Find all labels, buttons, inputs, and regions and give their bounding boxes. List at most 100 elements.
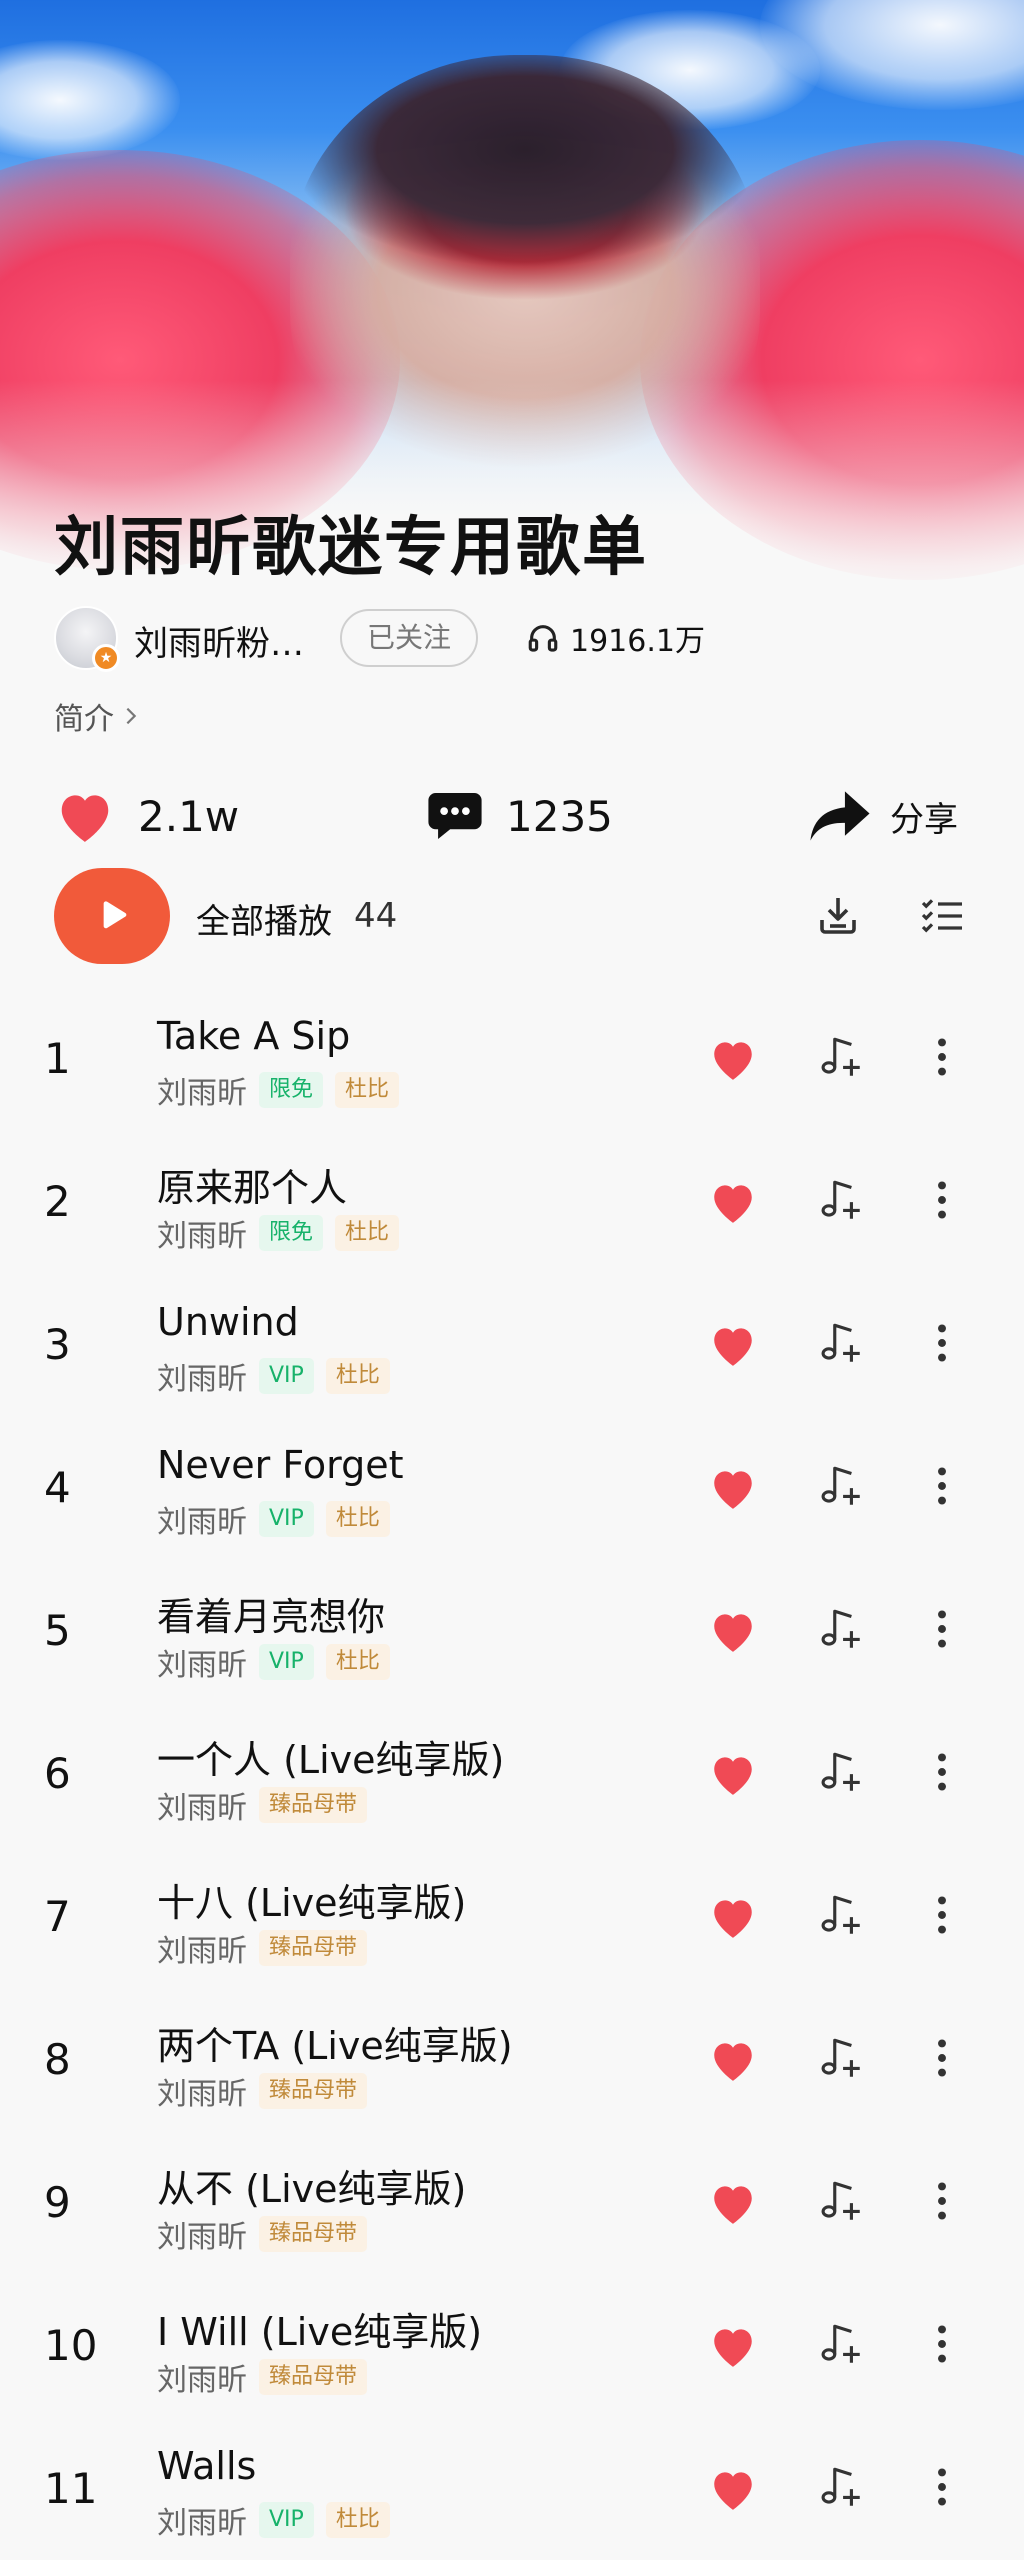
song-title: 两个TA (Live纯享版)	[157, 2024, 513, 2068]
more-options-icon[interactable]	[922, 1461, 962, 1511]
action-bar: 2.1w 1235 分享	[0, 776, 1024, 856]
song-meta: 刘雨昕 VIP 杜比	[157, 1642, 390, 1683]
comments-button[interactable]: 1235	[426, 776, 613, 856]
song-row[interactable]: 1 Take A Sip 刘雨昕 限免 杜比	[0, 1000, 1024, 1143]
song-row[interactable]: 6 一个人 (Live纯享版) 刘雨昕 臻品母带	[0, 1715, 1024, 1858]
song-row[interactable]: 9 从不 (Live纯享版) 刘雨昕 臻品母带	[0, 2144, 1024, 2287]
more-options-icon[interactable]	[922, 2033, 962, 2083]
song-artist: 刘雨昕	[157, 2363, 247, 2398]
add-to-playlist-icon[interactable]	[816, 2033, 866, 2083]
liked-heart-icon[interactable]	[708, 1320, 758, 1370]
song-row[interactable]: 4 Never Forget 刘雨昕 VIP 杜比	[0, 1429, 1024, 1572]
song-row[interactable]: 5 看着月亮想你 刘雨昕 VIP 杜比	[0, 1572, 1024, 1715]
play-count: 1916.1万	[526, 618, 705, 659]
song-quality-tag: VIP	[259, 1644, 314, 1680]
song-title: 从不 (Live纯享版)	[157, 2167, 467, 2211]
liked-heart-icon[interactable]	[708, 1034, 758, 1084]
song-title: 原来那个人	[157, 1166, 348, 1210]
share-arrow-icon	[810, 791, 870, 841]
song-quality-tag: 杜比	[335, 1072, 400, 1108]
song-row[interactable]: 11 Walls 刘雨昕 VIP 杜比	[0, 2430, 1024, 2560]
share-label: 分享	[890, 799, 958, 840]
song-artist: 刘雨昕	[157, 2220, 247, 2255]
song-artist: 刘雨昕	[157, 1934, 247, 1969]
more-options-icon[interactable]	[922, 1032, 962, 1082]
song-artist: 刘雨昕	[157, 1791, 247, 1826]
add-to-playlist-icon[interactable]	[816, 2462, 866, 2512]
download-icon[interactable]	[814, 892, 862, 940]
song-artist: 刘雨昕	[157, 2506, 247, 2541]
add-to-playlist-icon[interactable]	[816, 1747, 866, 1797]
comment-count: 1235	[506, 791, 613, 841]
play-count-value: 1916.1万	[570, 624, 705, 659]
song-row[interactable]: 10 I Will (Live纯享版) 刘雨昕 臻品母带	[0, 2287, 1024, 2430]
play-all-label[interactable]: 全部播放	[196, 894, 332, 943]
liked-heart-icon[interactable]	[708, 1892, 758, 1942]
liked-heart-icon[interactable]	[708, 2035, 758, 2085]
song-quality-tag: 杜比	[325, 1644, 390, 1680]
more-options-icon[interactable]	[922, 1890, 962, 1940]
comment-icon	[428, 793, 482, 839]
liked-heart-icon[interactable]	[708, 1749, 758, 1799]
more-options-icon[interactable]	[922, 2176, 962, 2226]
song-quality-tag: 杜比	[335, 1215, 400, 1251]
add-to-playlist-icon[interactable]	[816, 2319, 866, 2369]
song-meta: 刘雨昕 臻品母带	[157, 2214, 368, 2255]
more-options-icon[interactable]	[922, 2319, 962, 2369]
like-playlist-button[interactable]: 2.1w	[54, 776, 239, 856]
more-options-icon[interactable]	[922, 1175, 962, 1225]
more-options-icon[interactable]	[922, 1604, 962, 1654]
creator-name[interactable]: 刘雨昕粉丝团	[134, 616, 324, 665]
liked-heart-icon[interactable]	[708, 2321, 758, 2371]
song-meta: 刘雨昕 臻品母带	[157, 2357, 368, 2398]
song-index: 8	[44, 2035, 71, 2084]
song-index: 2	[44, 1177, 71, 1226]
creator-row: ★ 刘雨昕粉丝团 已关注 1916.1万	[54, 606, 994, 672]
liked-heart-icon[interactable]	[708, 2178, 758, 2228]
intro-link[interactable]: 简介	[54, 694, 142, 738]
add-to-playlist-icon[interactable]	[816, 1890, 866, 1940]
song-quality-tag: VIP	[259, 2502, 314, 2538]
play-all-button[interactable]	[54, 868, 170, 964]
song-title: Unwind	[157, 1300, 299, 1344]
more-options-icon[interactable]	[922, 1747, 962, 1797]
creator-avatar[interactable]: ★	[54, 606, 120, 672]
song-title: Never Forget	[157, 1443, 404, 1487]
share-button[interactable]: 分享	[808, 776, 958, 856]
song-row[interactable]: 7 十八 (Live纯享版) 刘雨昕 臻品母带	[0, 1858, 1024, 2001]
song-row[interactable]: 2 原来那个人 刘雨昕 限免 杜比	[0, 1143, 1024, 1286]
song-meta: 刘雨昕 VIP 杜比	[157, 2500, 390, 2541]
song-index: 4	[44, 1463, 71, 1512]
liked-heart-icon[interactable]	[708, 1177, 758, 1227]
add-to-playlist-icon[interactable]	[816, 2176, 866, 2226]
like-count: 2.1w	[138, 791, 240, 841]
song-title: I Will (Live纯享版)	[157, 2310, 483, 2354]
song-artist: 刘雨昕	[157, 1219, 247, 1254]
song-meta: 刘雨昕 限免 杜比	[157, 1213, 400, 1254]
more-options-icon[interactable]	[922, 1318, 962, 1368]
add-to-playlist-icon[interactable]	[816, 1032, 866, 1082]
add-to-playlist-icon[interactable]	[816, 1175, 866, 1225]
song-count: 44	[354, 896, 398, 936]
song-title: Walls	[157, 2444, 257, 2488]
follow-button[interactable]: 已关注	[340, 609, 478, 667]
song-meta: 刘雨昕 臻品母带	[157, 1928, 368, 1969]
song-quality-tag: 杜比	[325, 2502, 390, 2538]
more-options-icon[interactable]	[922, 2462, 962, 2512]
play-icon	[103, 901, 127, 929]
chevron-right-icon	[126, 707, 137, 725]
play-all-row: 全部播放 44	[0, 868, 1024, 964]
song-artist: 刘雨昕	[157, 1648, 247, 1683]
add-to-playlist-icon[interactable]	[816, 1461, 866, 1511]
add-to-playlist-icon[interactable]	[816, 1604, 866, 1654]
song-row[interactable]: 8 两个TA (Live纯享版) 刘雨昕 臻品母带	[0, 2001, 1024, 2144]
playlist-title: 刘雨昕歌迷专用歌单	[54, 511, 648, 585]
song-list: 1 Take A Sip 刘雨昕 限免 杜比 2 原来那个人 刘雨昕 限免 杜比…	[0, 1000, 1024, 2560]
liked-heart-icon[interactable]	[708, 1606, 758, 1656]
liked-heart-icon[interactable]	[708, 1463, 758, 1513]
song-quality-tag: 臻品母带	[259, 2216, 368, 2252]
liked-heart-icon[interactable]	[708, 2464, 758, 2514]
add-to-playlist-icon[interactable]	[816, 1318, 866, 1368]
multi-select-icon[interactable]	[918, 892, 966, 940]
song-row[interactable]: 3 Unwind 刘雨昕 VIP 杜比	[0, 1286, 1024, 1429]
